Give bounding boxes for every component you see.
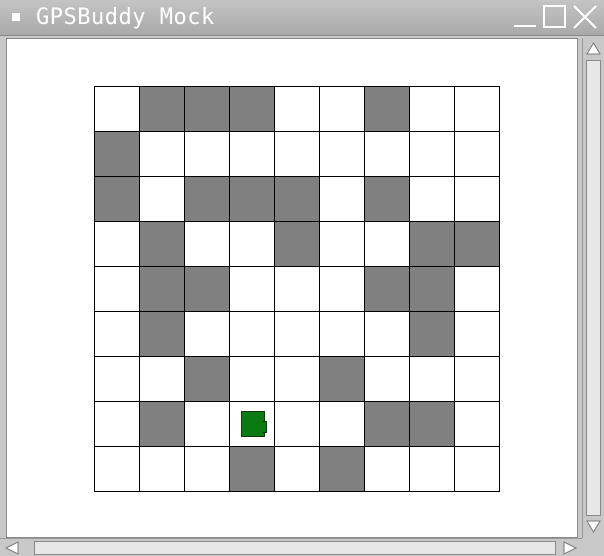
open-cell[interactable]: [185, 402, 230, 447]
arrow-right-icon[interactable]: [562, 540, 578, 556]
scroll-corner: [582, 538, 604, 556]
open-cell[interactable]: [275, 87, 320, 132]
blocked-cell[interactable]: [230, 87, 275, 132]
blocked-cell[interactable]: [230, 177, 275, 222]
open-cell[interactable]: [140, 357, 185, 402]
open-cell[interactable]: [365, 312, 410, 357]
vertical-scrollbar[interactable]: [582, 38, 604, 538]
open-cell[interactable]: [455, 312, 500, 357]
open-cell[interactable]: [455, 177, 500, 222]
close-icon[interactable]: [572, 4, 598, 30]
open-cell[interactable]: [275, 132, 320, 177]
blocked-cell[interactable]: [140, 267, 185, 312]
open-cell[interactable]: [275, 447, 320, 492]
blocked-cell[interactable]: [275, 222, 320, 267]
open-cell[interactable]: [185, 132, 230, 177]
open-cell[interactable]: [410, 177, 455, 222]
open-cell[interactable]: [140, 447, 185, 492]
vertical-scroll-thumb[interactable]: [586, 60, 601, 516]
open-cell[interactable]: [455, 132, 500, 177]
blocked-cell[interactable]: [185, 357, 230, 402]
open-cell[interactable]: [365, 132, 410, 177]
open-cell[interactable]: [320, 267, 365, 312]
blocked-cell[interactable]: [140, 312, 185, 357]
open-cell[interactable]: [275, 357, 320, 402]
open-cell[interactable]: [410, 357, 455, 402]
open-cell[interactable]: [365, 447, 410, 492]
blocked-cell[interactable]: [95, 177, 140, 222]
window-menu-icon[interactable]: [12, 13, 20, 21]
open-cell[interactable]: [410, 87, 455, 132]
app-window: GPSBuddy Mock: [0, 0, 604, 556]
open-cell[interactable]: [230, 402, 275, 447]
open-cell[interactable]: [140, 177, 185, 222]
blocked-cell[interactable]: [185, 87, 230, 132]
window-title: GPSBuddy Mock: [36, 5, 215, 30]
open-cell[interactable]: [230, 312, 275, 357]
open-cell[interactable]: [95, 447, 140, 492]
open-cell[interactable]: [320, 312, 365, 357]
open-cell[interactable]: [185, 222, 230, 267]
arrow-up-icon[interactable]: [585, 40, 602, 57]
open-cell[interactable]: [95, 312, 140, 357]
open-cell[interactable]: [320, 132, 365, 177]
blocked-cell[interactable]: [365, 402, 410, 447]
open-cell[interactable]: [410, 447, 455, 492]
blocked-cell[interactable]: [185, 267, 230, 312]
open-cell[interactable]: [95, 267, 140, 312]
open-cell[interactable]: [365, 222, 410, 267]
blocked-cell[interactable]: [365, 87, 410, 132]
blocked-cell[interactable]: [365, 267, 410, 312]
open-cell[interactable]: [95, 222, 140, 267]
map-grid: [94, 86, 500, 492]
blocked-cell[interactable]: [455, 222, 500, 267]
open-cell[interactable]: [185, 447, 230, 492]
minimize-icon[interactable]: [512, 4, 538, 30]
open-cell[interactable]: [320, 87, 365, 132]
open-cell[interactable]: [95, 87, 140, 132]
open-cell[interactable]: [455, 357, 500, 402]
maximize-icon[interactable]: [542, 4, 568, 30]
blocked-cell[interactable]: [230, 447, 275, 492]
open-cell[interactable]: [455, 402, 500, 447]
blocked-cell[interactable]: [410, 312, 455, 357]
blocked-cell[interactable]: [95, 132, 140, 177]
open-cell[interactable]: [320, 222, 365, 267]
blocked-cell[interactable]: [320, 447, 365, 492]
open-cell[interactable]: [275, 402, 320, 447]
blocked-cell[interactable]: [140, 222, 185, 267]
open-cell[interactable]: [320, 402, 365, 447]
open-cell[interactable]: [230, 132, 275, 177]
blocked-cell[interactable]: [140, 87, 185, 132]
blocked-cell[interactable]: [320, 357, 365, 402]
open-cell[interactable]: [455, 447, 500, 492]
blocked-cell[interactable]: [185, 177, 230, 222]
open-cell[interactable]: [275, 312, 320, 357]
open-cell[interactable]: [230, 357, 275, 402]
open-cell[interactable]: [365, 357, 410, 402]
open-cell[interactable]: [230, 222, 275, 267]
open-cell[interactable]: [275, 267, 320, 312]
open-cell[interactable]: [410, 132, 455, 177]
open-cell[interactable]: [320, 177, 365, 222]
open-cell[interactable]: [95, 402, 140, 447]
robot-icon: [241, 411, 267, 437]
open-cell[interactable]: [455, 87, 500, 132]
horizontal-scroll-thumb[interactable]: [34, 541, 556, 555]
open-cell[interactable]: [185, 312, 230, 357]
open-cell[interactable]: [230, 267, 275, 312]
title-bar[interactable]: GPSBuddy Mock: [0, 0, 604, 36]
blocked-cell[interactable]: [140, 402, 185, 447]
open-cell[interactable]: [95, 357, 140, 402]
arrow-left-icon[interactable]: [4, 540, 20, 556]
open-cell[interactable]: [140, 132, 185, 177]
blocked-cell[interactable]: [410, 222, 455, 267]
blocked-cell[interactable]: [365, 177, 410, 222]
horizontal-scrollbar[interactable]: [0, 538, 582, 556]
blocked-cell[interactable]: [410, 402, 455, 447]
blocked-cell[interactable]: [275, 177, 320, 222]
arrow-down-icon[interactable]: [585, 518, 602, 535]
open-cell[interactable]: [455, 267, 500, 312]
blocked-cell[interactable]: [410, 267, 455, 312]
